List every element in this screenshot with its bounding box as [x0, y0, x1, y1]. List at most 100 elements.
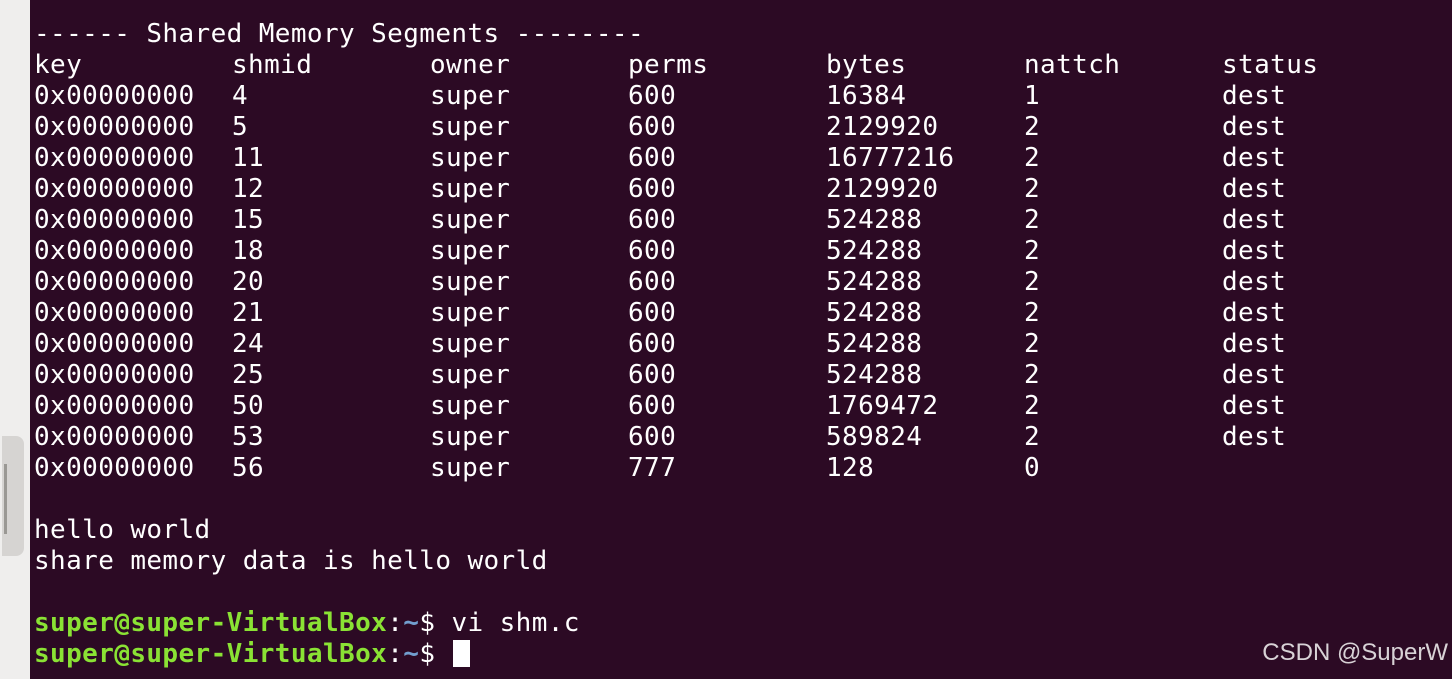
column-header-shmid: shmid [232, 50, 313, 80]
cell-status: dest [1222, 174, 1287, 204]
cell-shmid: 24 [232, 329, 265, 359]
table-row: 0x00000000 11 super 600 16777216 2 dest [34, 143, 1452, 174]
cell-status: dest [1222, 112, 1287, 142]
cell-status: dest [1222, 267, 1287, 297]
shm-header: ------ Shared Memory Segments -------- [34, 19, 645, 49]
cell-nattch: 2 [1024, 174, 1041, 204]
command-text: vi shm.c [451, 608, 580, 638]
cell-status [1222, 453, 1382, 484]
cell-bytes: 128 [826, 453, 875, 483]
cell-bytes: 524288 [826, 236, 923, 266]
cell-key: 0x00000000 [34, 453, 195, 483]
cell-perms: 600 [628, 267, 677, 297]
cell-status: dest [1222, 329, 1287, 359]
cell-key: 0x00000000 [34, 329, 195, 359]
prompt-symbol: $ [419, 639, 436, 669]
table-row: 0x00000000 5 super 600 2129920 2 dest [34, 112, 1452, 143]
table-row: 0x00000000 12 super 600 2129920 2 dest [34, 174, 1452, 205]
cell-key: 0x00000000 [34, 298, 195, 328]
terminal-output[interactable]: ------ Shared Memory Segments -------- k… [34, 19, 1452, 679]
cell-bytes: 1769472 [826, 391, 939, 421]
cell-shmid: 18 [232, 236, 265, 266]
cell-nattch: 2 [1024, 143, 1041, 173]
cell-shmid: 56 [232, 453, 265, 483]
cell-perms: 600 [628, 205, 677, 235]
table-row: 0x00000000 56 super 777 128 0 [34, 453, 1452, 484]
cell-shmid: 5 [232, 112, 249, 142]
table-row: 0x00000000 50 super 600 1769472 2 dest [34, 391, 1452, 422]
table-row: 0x00000000 4 super 600 16384 1 dest [34, 81, 1452, 112]
column-header-key: key [34, 50, 83, 80]
output-line: share memory data is hello world [34, 546, 548, 576]
cell-status: dest [1222, 81, 1287, 111]
cell-bytes: 524288 [826, 360, 923, 390]
cell-key: 0x00000000 [34, 174, 195, 204]
table-row: 0x00000000 18 super 600 524288 2 dest [34, 236, 1452, 267]
watermark: CSDN @SuperW [1262, 639, 1448, 666]
cell-owner: super [430, 329, 511, 359]
cell-perms: 600 [628, 422, 677, 452]
terminal-window: ------ Shared Memory Segments -------- k… [0, 0, 1452, 679]
cell-bytes: 524288 [826, 205, 923, 235]
cell-shmid: 53 [232, 422, 265, 452]
column-header-status: status [1222, 50, 1319, 80]
prompt-user-host: super@super-VirtualBox [34, 639, 388, 669]
cell-nattch: 0 [1024, 453, 1041, 483]
cell-bytes: 2129920 [826, 174, 939, 204]
cell-perms: 600 [628, 112, 677, 142]
cell-key: 0x00000000 [34, 267, 195, 297]
cell-owner: super [430, 143, 511, 173]
cell-perms: 600 [628, 143, 677, 173]
cell-perms: 600 [628, 360, 677, 390]
cell-shmid: 25 [232, 360, 265, 390]
cell-shmid: 15 [232, 205, 265, 235]
sidebar-tab[interactable] [2, 436, 24, 556]
column-header-owner: owner [430, 50, 511, 80]
cell-perms: 600 [628, 391, 677, 421]
prompt-line-active[interactable]: super@super-VirtualBox:~$ [34, 639, 1452, 670]
cell-shmid: 12 [232, 174, 265, 204]
cell-status: dest [1222, 205, 1287, 235]
cell-key: 0x00000000 [34, 236, 195, 266]
cell-bytes: 2129920 [826, 112, 939, 142]
prompt-user-host: super@super-VirtualBox [34, 608, 388, 638]
cell-nattch: 2 [1024, 205, 1041, 235]
cell-shmid: 50 [232, 391, 265, 421]
cell-owner: super [430, 174, 511, 204]
cell-perms: 600 [628, 174, 677, 204]
cell-owner: super [430, 205, 511, 235]
cell-shmid: 11 [232, 143, 265, 173]
output-line: hello world [34, 515, 211, 545]
prompt-separator: : [387, 639, 404, 669]
cell-bytes: 524288 [826, 329, 923, 359]
cell-nattch: 1 [1024, 81, 1041, 111]
cell-bytes: 589824 [826, 422, 923, 452]
cell-bytes: 16777216 [826, 143, 955, 173]
cell-status: dest [1222, 360, 1287, 390]
prompt-line: super@super-VirtualBox:~$ vi shm.c [34, 608, 1452, 639]
cell-nattch: 2 [1024, 112, 1041, 142]
prompt-separator: : [387, 608, 404, 638]
table-row: 0x00000000 24 super 600 524288 2 dest [34, 329, 1452, 360]
table-header-row: key shmid owner perms bytes nattch statu… [34, 50, 1452, 81]
cell-bytes: 524288 [826, 298, 923, 328]
cell-key: 0x00000000 [34, 422, 195, 452]
cell-nattch: 2 [1024, 391, 1041, 421]
table-row: 0x00000000 20 super 600 524288 2 dest [34, 267, 1452, 298]
cell-nattch: 2 [1024, 329, 1041, 359]
cell-owner: super [430, 236, 511, 266]
cell-perms: 600 [628, 81, 677, 111]
cell-owner: super [430, 391, 511, 421]
cell-owner: super [430, 453, 511, 483]
cell-status: dest [1222, 298, 1287, 328]
cell-owner: super [430, 298, 511, 328]
prompt-path: ~ [403, 639, 420, 669]
cell-shmid: 20 [232, 267, 265, 297]
cell-key: 0x00000000 [34, 143, 195, 173]
cell-nattch: 2 [1024, 236, 1041, 266]
cell-nattch: 2 [1024, 267, 1041, 297]
cell-perms: 600 [628, 329, 677, 359]
cell-owner: super [430, 81, 511, 111]
